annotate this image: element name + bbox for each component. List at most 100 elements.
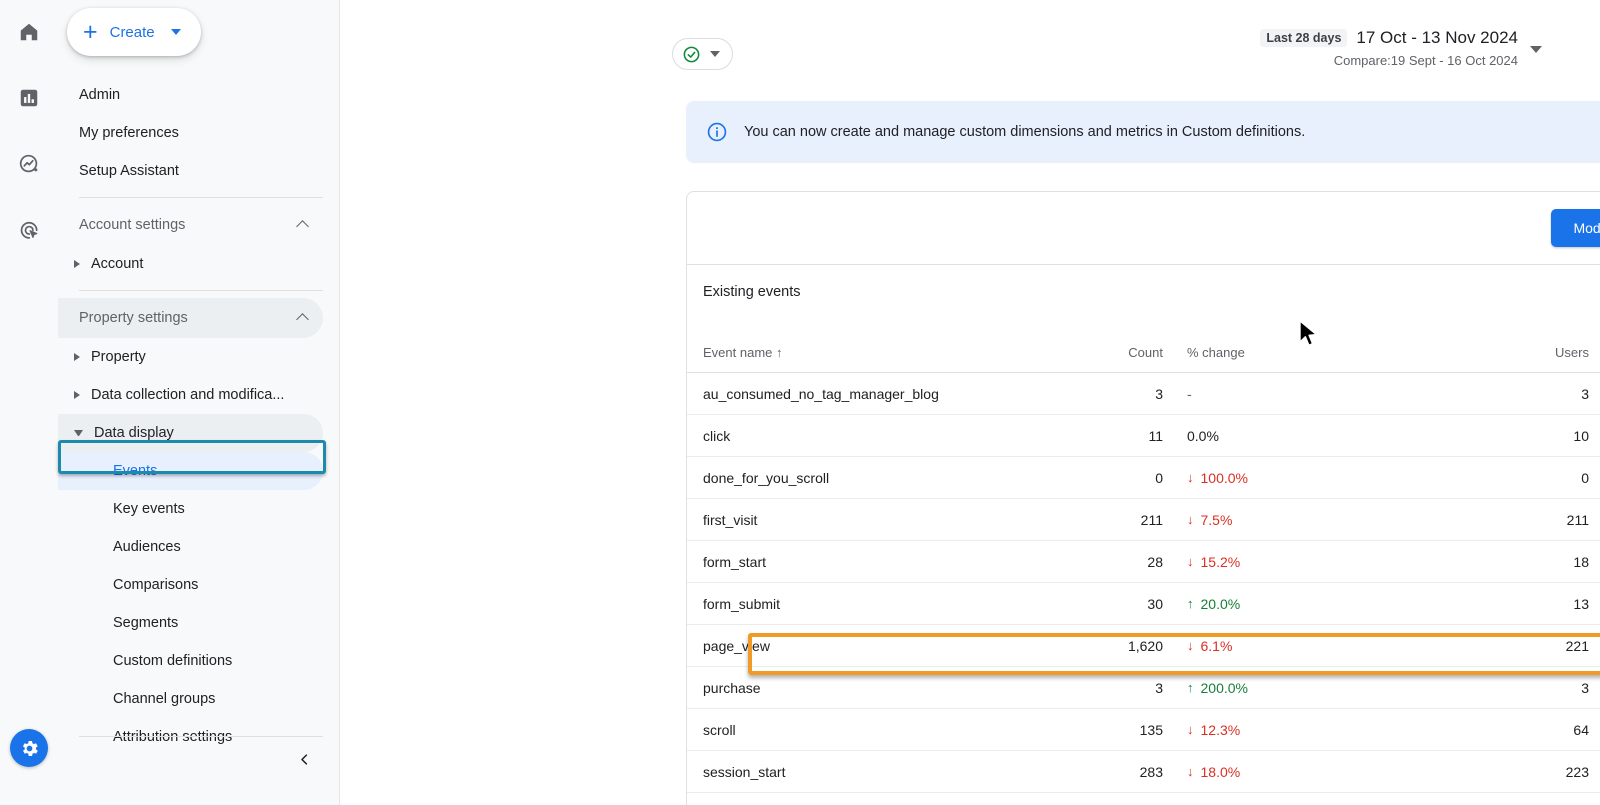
advertising-icon[interactable]	[9, 208, 49, 252]
sidebar-item-label: Admin	[79, 87, 121, 103]
cell-users-change: ↓100.0%	[1589, 456, 1600, 499]
cell-count-change: ↓ 7.5%	[1163, 498, 1299, 541]
cell-event-name: au_consumed_no_tag_manager_blog	[687, 372, 1079, 415]
column-header-count-change[interactable]: % change	[1163, 318, 1299, 373]
cell-count-change: -	[1163, 792, 1299, 805]
cell-count: 283	[1079, 750, 1163, 793]
cell-users: 211	[1299, 498, 1589, 541]
chevron-right-icon	[74, 391, 80, 399]
home-icon[interactable]	[9, 10, 49, 54]
cell-users: 18	[1299, 540, 1589, 583]
sidebar-item-audiences[interactable]: Audiences	[58, 528, 323, 566]
banner-message: You can now create and manage custom dim…	[744, 124, 1306, 140]
cell-count-change: ↓ 12.3%	[1163, 708, 1299, 751]
chevron-down-icon	[710, 51, 720, 57]
sidebar-item-property[interactable]: Property	[58, 338, 323, 376]
sidebar-nav: Admin My preferences Setup Assistant Acc…	[58, 76, 339, 756]
main-content: Last 28 days 17 Oct - 13 Nov 2024 Compar…	[340, 0, 1600, 805]
sidebar-item-channel-groups[interactable]: Channel groups	[58, 680, 323, 718]
cell-count: 211	[1079, 498, 1163, 541]
table-body: au_consumed_no_tag_manager_blog3-3-click…	[687, 372, 1600, 805]
cell-users: 13	[1299, 582, 1589, 625]
sidebar-item-label: Account	[91, 256, 144, 272]
cell-users: 1	[1299, 792, 1589, 805]
sidebar-item-events[interactable]: Events	[58, 452, 323, 490]
table-row[interactable]: first_visit211↓7.5%211↓7.5%	[687, 498, 1600, 541]
table-row[interactable]: au_consumed_no_tag_manager_blog3-3-	[687, 372, 1600, 415]
events-card: Modify event Create event Existing event…	[686, 191, 1600, 805]
sidebar-group-account-settings[interactable]: Account settings	[58, 205, 323, 245]
data-status-chip[interactable]	[672, 38, 733, 70]
date-range-selector[interactable]: Last 28 days 17 Oct - 13 Nov 2024 Compar…	[1260, 28, 1518, 68]
cell-count-change: -	[1163, 372, 1299, 415]
date-range-badge: Last 28 days	[1260, 29, 1348, 47]
sidebar-group-property-settings[interactable]: Property settings	[58, 298, 323, 338]
sidebar-item-comparisons[interactable]: Comparisons	[58, 566, 323, 604]
cell-count-change: ↓ 15.2%	[1163, 540, 1299, 583]
sidebar-item-label: Comparisons	[113, 577, 199, 593]
info-icon	[707, 122, 727, 142]
sidebar-item-key-events[interactable]: Key events	[58, 490, 323, 528]
cell-count: 0	[1079, 456, 1163, 499]
table-row[interactable]: video_progress4-1-	[687, 792, 1600, 805]
cell-event-name: session_start	[687, 750, 1079, 793]
sidebar-item-data-collection[interactable]: Data collection and modifica...	[58, 376, 323, 414]
table-row[interactable]: scroll135↓12.3%64↓27.3%	[687, 708, 1600, 751]
table-header: Event name ↑ Count % change Users % chan…	[687, 318, 1600, 373]
cell-count-change: ↓ 18.0%	[1163, 750, 1299, 793]
cell-count: 28	[1079, 540, 1163, 583]
cell-count-change: ↑ 20.0%	[1163, 582, 1299, 625]
sidebar-item-label: My preferences	[79, 125, 179, 141]
sidebar-group-label: Property settings	[79, 310, 188, 326]
sidebar-item-segments[interactable]: Segments	[58, 604, 323, 642]
table-row[interactable]: page_view1,620↓6.1%221↓12.6%	[687, 624, 1600, 667]
sidebar-item-custom-definitions[interactable]: Custom definitions	[58, 642, 323, 680]
cell-users-change: ↓25.0%	[1589, 540, 1600, 583]
admin-sidebar: + Create Admin My preferences Setup Assi…	[58, 0, 340, 805]
cell-count-change: ↓ 6.1%	[1163, 624, 1299, 667]
card-action-bar: Modify event Create event	[687, 192, 1600, 264]
sort-ascending-icon: ↑	[776, 345, 783, 360]
cell-count-change: 0.0%	[1163, 414, 1299, 457]
modify-event-button[interactable]: Modify event	[1551, 209, 1600, 247]
divider	[79, 736, 323, 737]
table-row[interactable]: click110.0%100.0%	[687, 414, 1600, 457]
sidebar-item-label: Key events	[113, 501, 185, 517]
table-row[interactable]: session_start283↓18.0%223↓12.2%	[687, 750, 1600, 793]
sidebar-item-label: Channel groups	[113, 691, 216, 707]
sidebar-item-label: Segments	[113, 615, 179, 631]
column-header-users-change[interactable]: % change	[1589, 318, 1600, 373]
cell-event-name: done_for_you_scroll	[687, 456, 1079, 499]
table-header-row: Event name ↑ Count % change Users % chan…	[687, 318, 1600, 373]
cell-count: 30	[1079, 582, 1163, 625]
column-header-count[interactable]: Count	[1079, 318, 1163, 373]
cell-users-change: ↑18.2%	[1589, 582, 1600, 625]
cell-count: 3	[1079, 666, 1163, 709]
create-button[interactable]: + Create	[67, 8, 201, 56]
explore-icon[interactable]	[9, 142, 49, 186]
column-header-event-name[interactable]: Event name ↑	[687, 318, 1079, 373]
collapse-sidebar-button[interactable]	[291, 746, 317, 772]
cell-users: 0	[1299, 456, 1589, 499]
sidebar-item-account[interactable]: Account	[58, 245, 323, 283]
table-row[interactable]: purchase3↑200.0%3↑200.0%	[687, 666, 1600, 709]
table-row[interactable]: done_for_you_scroll0↓100.0%0↓100.0%	[687, 456, 1600, 499]
cell-users: 223	[1299, 750, 1589, 793]
table-row[interactable]: form_submit30↑20.0%13↑18.2%	[687, 582, 1600, 625]
table-row[interactable]: form_start28↓15.2%18↓25.0%	[687, 540, 1600, 583]
cell-event-name: first_visit	[687, 498, 1079, 541]
column-header-users[interactable]: Users	[1299, 318, 1589, 373]
sidebar-item-my-preferences[interactable]: My preferences	[58, 114, 323, 152]
sidebar-item-admin[interactable]: Admin	[58, 76, 323, 114]
date-range-chevron-down-icon[interactable]	[1530, 46, 1542, 53]
reports-icon[interactable]	[9, 76, 49, 120]
admin-settings-fab[interactable]	[10, 729, 48, 767]
cell-users: 3	[1299, 666, 1589, 709]
cell-users-change: ↓7.5%	[1589, 498, 1600, 541]
cell-event-name: click	[687, 414, 1079, 457]
sidebar-item-setup-assistant[interactable]: Setup Assistant	[58, 152, 323, 190]
create-button-label: Create	[109, 23, 155, 41]
sidebar-item-attribution-settings[interactable]: Attribution settings	[58, 718, 323, 756]
divider	[79, 197, 323, 198]
sidebar-item-data-display[interactable]: Data display	[58, 414, 323, 452]
